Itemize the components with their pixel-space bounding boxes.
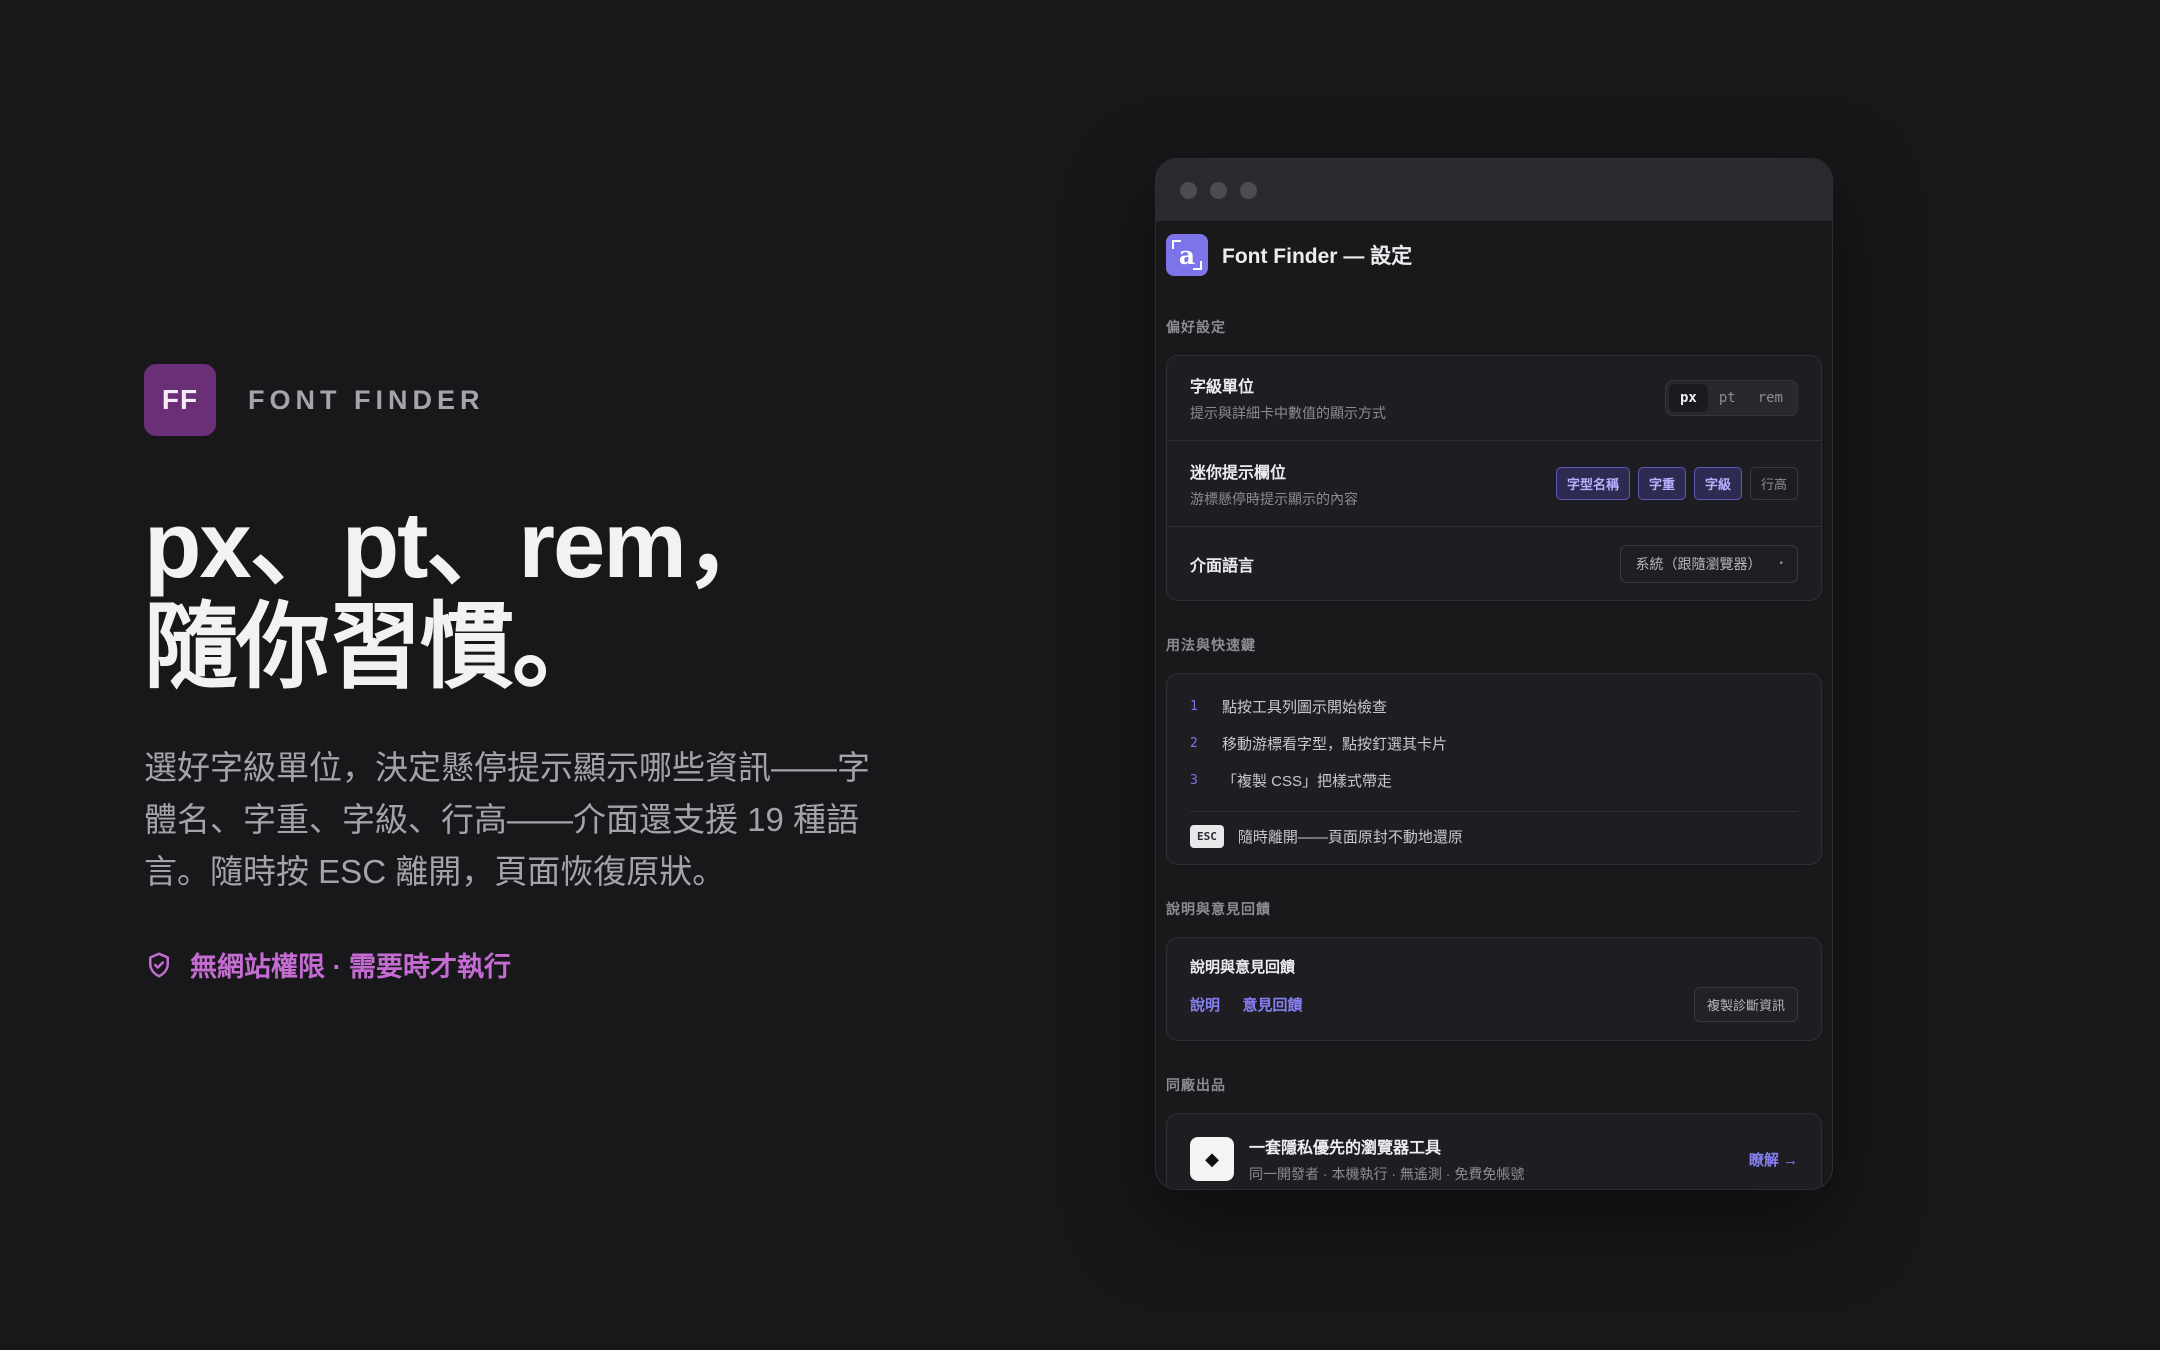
headline-line-2: 隨你習慣。 bbox=[144, 594, 606, 699]
brand-name: FONT FINDER bbox=[248, 384, 485, 415]
preferences-card: 字級單位 提示與詳細卡中數值的顯示方式 px pt rem 迷你提示欄位 游標懸… bbox=[1166, 355, 1822, 601]
chevron-down-icon: • bbox=[1779, 558, 1783, 569]
diamond-icon: ◆ bbox=[1190, 1137, 1234, 1181]
learn-more-link[interactable]: 瞭解 → bbox=[1749, 1149, 1798, 1170]
chip-font-size[interactable]: 字級 bbox=[1693, 467, 1742, 500]
font-unit-segmented-control: px pt rem bbox=[1664, 380, 1798, 416]
section-label-usage: 用法與快速鍵 bbox=[1166, 637, 1256, 653]
settings-window: a Font Finder — 設定 偏好設定 字級單位 提示與詳細卡中數值的顯… bbox=[1155, 158, 1833, 1190]
copy-diagnostics-button[interactable]: 複製診斷資訊 bbox=[1693, 987, 1798, 1022]
window-titlebar bbox=[1156, 159, 1832, 221]
permissions-note-text: 無網站權限 · 需要時才執行 bbox=[190, 952, 511, 982]
chip-font-weight[interactable]: 字重 bbox=[1637, 467, 1686, 500]
section-label-more: 同廠出品 bbox=[1166, 1077, 1226, 1093]
hero-subtitle: 選好字級單位，決定懸停提示顯示哪些資訊——字體名、字重、字級、行高——介面還支援… bbox=[144, 749, 870, 890]
usage-card: 1 點按工具列圖示開始檢查 2 移動游標看字型，點按釘選其卡片 3 「複製 CS… bbox=[1166, 673, 1822, 865]
help-title: 說明與意見回饋 bbox=[1190, 959, 1296, 976]
headline: px、pt、rem， 隨你習慣。 bbox=[144, 494, 964, 698]
unit-option-rem[interactable]: rem bbox=[1747, 384, 1794, 412]
esc-key: ESC bbox=[1190, 825, 1224, 848]
language-select[interactable]: 系統（跟隨瀏覽器） • bbox=[1620, 544, 1798, 583]
language-title: 介面語言 bbox=[1190, 557, 1255, 575]
promo-text: 一套隱私優先的瀏覽器工具 同一開發者 · 本機執行 · 無遙測 · 免費免帳號 bbox=[1249, 1134, 1749, 1184]
window-close-dot[interactable] bbox=[1180, 181, 1197, 199]
unit-option-pt[interactable]: pt bbox=[1708, 384, 1747, 412]
permissions-note: 無網站權限 · 需要時才執行 bbox=[144, 945, 511, 984]
section-label-help: 說明與意見回饋 bbox=[1166, 901, 1271, 917]
help-card: 說明與意見回饋 說明 意見回饋 複製診斷資訊 bbox=[1166, 937, 1822, 1041]
usage-step: 3 「複製 CSS」把樣式帶走 bbox=[1190, 762, 1798, 799]
font-unit-row: 字級單位 提示與詳細卡中數值的顯示方式 px pt rem bbox=[1167, 356, 1821, 440]
chip-font-name[interactable]: 字型名稱 bbox=[1555, 467, 1630, 500]
usage-step: 2 移動游標看字型，點按釘選其卡片 bbox=[1190, 725, 1798, 762]
tooltip-fields-desc: 游標懸停時提示顯示的內容 bbox=[1190, 490, 1358, 507]
step-number: 2 bbox=[1190, 736, 1198, 751]
promo-title: 一套隱私優先的瀏覽器工具 bbox=[1249, 1140, 1442, 1157]
chip-line-height[interactable]: 行高 bbox=[1749, 467, 1798, 500]
promo-desc: 同一開發者 · 本機執行 · 無遙測 · 免費免帳號 bbox=[1249, 1166, 1525, 1182]
tooltip-field-chips: 字型名稱 字重 字級 行高 bbox=[1548, 467, 1798, 500]
step-text: 「複製 CSS」把樣式帶走 bbox=[1222, 773, 1393, 790]
tooltip-fields-row: 迷你提示欄位 游標懸停時提示顯示的內容 字型名稱 字重 字級 行高 bbox=[1167, 440, 1821, 526]
headline-line-1: px、pt、rem， bbox=[144, 492, 779, 597]
esc-hint: ESC 隨時離開——頁面原封不動地還原 bbox=[1190, 811, 1798, 848]
font-unit-desc: 提示與詳細卡中數值的顯示方式 bbox=[1190, 405, 1386, 421]
help-link[interactable]: 說明 bbox=[1190, 997, 1220, 1014]
tooltip-fields-title: 迷你提示欄位 bbox=[1190, 464, 1287, 482]
step-text: 點按工具列圖示開始檢查 bbox=[1222, 699, 1388, 716]
esc-hint-text: 隨時離開——頁面原封不動地還原 bbox=[1237, 829, 1463, 846]
step-text: 移動游標看字型，點按釘選其卡片 bbox=[1222, 736, 1448, 753]
step-number: 3 bbox=[1190, 773, 1198, 788]
usage-step: 1 點按工具列圖示開始檢查 bbox=[1190, 688, 1798, 725]
language-row: 介面語言 系統（跟隨瀏覽器） • bbox=[1167, 526, 1821, 600]
brand: FF FONT FINDER bbox=[144, 364, 485, 436]
step-number: 1 bbox=[1190, 699, 1198, 714]
font-unit-title: 字級單位 bbox=[1190, 379, 1255, 396]
promo-card[interactable]: ◆ 一套隱私優先的瀏覽器工具 同一開發者 · 本機執行 · 無遙測 · 免費免帳… bbox=[1166, 1113, 1822, 1189]
app-header: a Font Finder — 設定 bbox=[1156, 221, 1832, 279]
unit-option-px[interactable]: px bbox=[1668, 384, 1708, 412]
shield-check-icon bbox=[149, 952, 169, 977]
language-select-value: 系統（跟隨瀏覽器） bbox=[1635, 555, 1762, 572]
help-actions: 說明 意見回饋 複製診斷資訊 bbox=[1190, 987, 1798, 1022]
help-links: 說明 意見回饋 bbox=[1190, 994, 1320, 1015]
app-icon: a bbox=[1166, 234, 1208, 276]
app-title: Font Finder — 設定 bbox=[1222, 245, 1413, 268]
feedback-link[interactable]: 意見回饋 bbox=[1242, 997, 1302, 1014]
window-zoom-dot[interactable] bbox=[1240, 181, 1257, 199]
section-label-preferences: 偏好設定 bbox=[1166, 319, 1226, 335]
window-minimize-dot[interactable] bbox=[1210, 181, 1227, 199]
brand-logo: FF bbox=[144, 364, 216, 436]
